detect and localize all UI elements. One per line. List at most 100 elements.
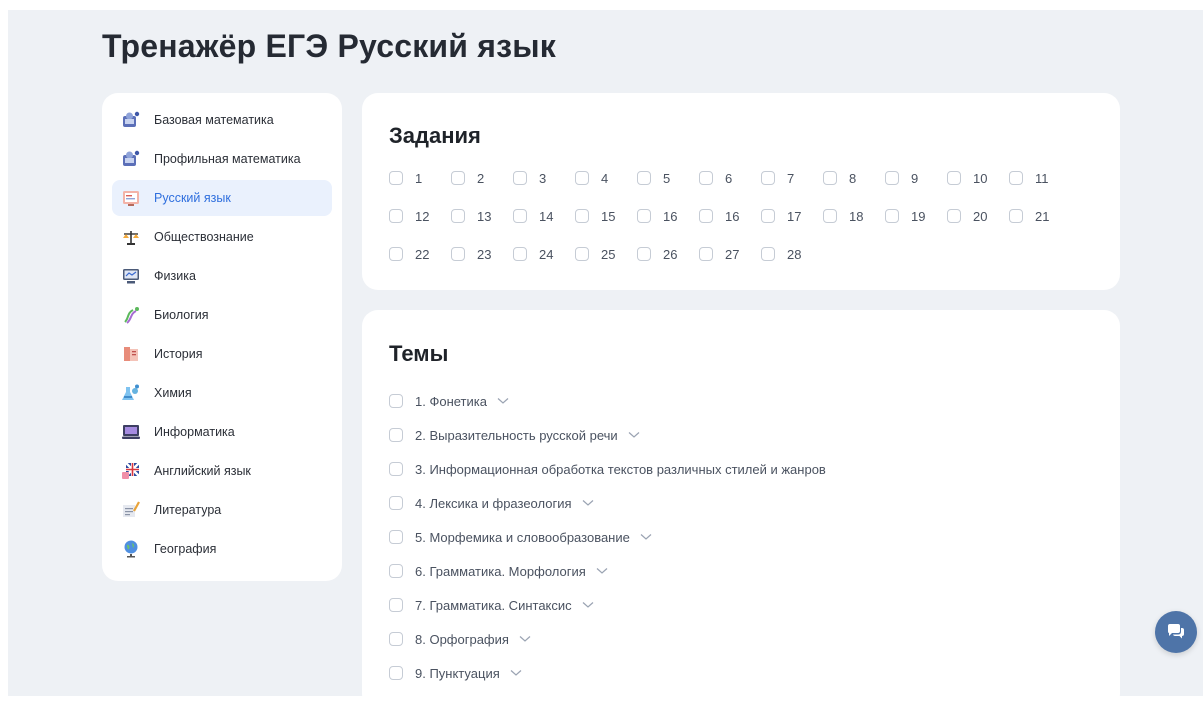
checkbox[interactable]: [637, 171, 651, 185]
topic-item[interactable]: 8. Орфография: [389, 622, 1089, 656]
sidebar-item-chemistry[interactable]: Химия: [112, 375, 332, 411]
checkbox[interactable]: [513, 247, 527, 261]
checkbox[interactable]: [885, 209, 899, 223]
checkbox[interactable]: [389, 598, 403, 612]
checkbox[interactable]: [575, 209, 589, 223]
chevron-down-icon[interactable]: [582, 499, 594, 507]
task-checkbox-item[interactable]: 22: [389, 244, 451, 264]
checkbox[interactable]: [389, 496, 403, 510]
checkbox[interactable]: [699, 171, 713, 185]
task-checkbox-item[interactable]: 23: [451, 244, 513, 264]
checkbox[interactable]: [761, 209, 775, 223]
task-checkbox-item[interactable]: 21: [1009, 206, 1071, 226]
checkbox[interactable]: [699, 209, 713, 223]
checkbox[interactable]: [451, 247, 465, 261]
checkbox[interactable]: [389, 394, 403, 408]
task-checkbox-item[interactable]: 11: [1009, 168, 1071, 188]
chevron-down-icon[interactable]: [582, 601, 594, 609]
checkbox[interactable]: [389, 209, 403, 223]
task-checkbox-item[interactable]: 19: [885, 206, 947, 226]
task-checkbox-item[interactable]: 27: [699, 244, 761, 264]
checkbox[interactable]: [389, 564, 403, 578]
chevron-down-icon[interactable]: [497, 397, 509, 405]
checkbox[interactable]: [637, 209, 651, 223]
task-checkbox-item[interactable]: 12: [389, 206, 451, 226]
task-number: 26: [663, 246, 678, 262]
checkbox[interactable]: [761, 247, 775, 261]
checkbox[interactable]: [451, 209, 465, 223]
task-checkbox-item[interactable]: 15: [575, 206, 637, 226]
sidebar-item-geography[interactable]: География: [112, 531, 332, 567]
sidebar-item-basic-math[interactable]: Базовая математика: [112, 102, 332, 138]
sidebar-item-english[interactable]: Английский язык: [112, 453, 332, 489]
task-checkbox-item[interactable]: 9: [885, 168, 947, 188]
checkbox[interactable]: [699, 247, 713, 261]
checkbox[interactable]: [637, 247, 651, 261]
topic-item[interactable]: 4. Лексика и фразеология: [389, 486, 1089, 520]
chevron-down-icon[interactable]: [628, 431, 640, 439]
sidebar-item-physics[interactable]: Физика: [112, 258, 332, 294]
checkbox[interactable]: [451, 171, 465, 185]
checkbox[interactable]: [1009, 171, 1023, 185]
checkbox[interactable]: [823, 171, 837, 185]
checkbox[interactable]: [389, 247, 403, 261]
chevron-down-icon[interactable]: [510, 669, 522, 677]
task-checkbox-item[interactable]: 4: [575, 168, 637, 188]
topics-card: Темы 1. Фонетика 2. Выразительность русск…: [362, 310, 1120, 710]
topic-item[interactable]: 3. Информационная обработка текстов разл…: [389, 452, 1089, 486]
chat-button[interactable]: [1155, 611, 1197, 653]
task-checkbox-item[interactable]: 2: [451, 168, 513, 188]
checkbox[interactable]: [575, 247, 589, 261]
sidebar-item-informatics[interactable]: Информатика: [112, 414, 332, 450]
checkbox[interactable]: [513, 171, 527, 185]
task-checkbox-item[interactable]: 8: [823, 168, 885, 188]
task-checkbox-item[interactable]: 26: [637, 244, 699, 264]
topic-item[interactable]: 7. Грамматика. Синтаксис: [389, 588, 1089, 622]
task-checkbox-item[interactable]: 5: [637, 168, 699, 188]
task-checkbox-item[interactable]: 25: [575, 244, 637, 264]
checkbox[interactable]: [389, 530, 403, 544]
task-checkbox-item[interactable]: 7: [761, 168, 823, 188]
sidebar-item-literature[interactable]: Литература: [112, 492, 332, 528]
task-checkbox-item[interactable]: 17: [761, 206, 823, 226]
topic-item[interactable]: 5. Морфемика и словообразование: [389, 520, 1089, 554]
checkbox[interactable]: [389, 428, 403, 442]
checkbox[interactable]: [575, 171, 589, 185]
checkbox[interactable]: [1009, 209, 1023, 223]
topic-label: 1. Фонетика: [415, 393, 487, 409]
task-checkbox-item[interactable]: 10: [947, 168, 1009, 188]
checkbox[interactable]: [389, 632, 403, 646]
sidebar-item-profile-math[interactable]: Профильная математика: [112, 141, 332, 177]
checkbox[interactable]: [389, 666, 403, 680]
sidebar-item-biology[interactable]: Биология: [112, 297, 332, 333]
checkbox[interactable]: [947, 171, 961, 185]
task-checkbox-item[interactable]: 6: [699, 168, 761, 188]
topic-item[interactable]: 2. Выразительность русской речи: [389, 418, 1089, 452]
topic-item[interactable]: 9. Пунктуация: [389, 656, 1089, 690]
topic-item[interactable]: 1. Фонетика: [389, 384, 1089, 418]
sidebar-item-history[interactable]: История: [112, 336, 332, 372]
checkbox[interactable]: [389, 462, 403, 476]
checkbox[interactable]: [885, 171, 899, 185]
task-checkbox-item[interactable]: 28: [761, 244, 823, 264]
chevron-down-icon[interactable]: [596, 567, 608, 575]
task-checkbox-item[interactable]: 14: [513, 206, 575, 226]
sidebar-item-russian[interactable]: Русский язык: [112, 180, 332, 216]
chevron-down-icon[interactable]: [519, 635, 531, 643]
task-checkbox-item[interactable]: 20: [947, 206, 1009, 226]
task-checkbox-item[interactable]: 13: [451, 206, 513, 226]
task-checkbox-item[interactable]: 24: [513, 244, 575, 264]
chevron-down-icon[interactable]: [640, 533, 652, 541]
checkbox[interactable]: [513, 209, 527, 223]
checkbox[interactable]: [389, 171, 403, 185]
task-checkbox-item[interactable]: 3: [513, 168, 575, 188]
task-checkbox-item[interactable]: 16: [637, 206, 699, 226]
checkbox[interactable]: [947, 209, 961, 223]
task-checkbox-item[interactable]: 18: [823, 206, 885, 226]
checkbox[interactable]: [823, 209, 837, 223]
sidebar-item-social-studies[interactable]: Обществознание: [112, 219, 332, 255]
task-checkbox-item[interactable]: 16: [699, 206, 761, 226]
topic-item[interactable]: 6. Грамматика. Морфология: [389, 554, 1089, 588]
task-checkbox-item[interactable]: 1: [389, 168, 451, 188]
checkbox[interactable]: [761, 171, 775, 185]
